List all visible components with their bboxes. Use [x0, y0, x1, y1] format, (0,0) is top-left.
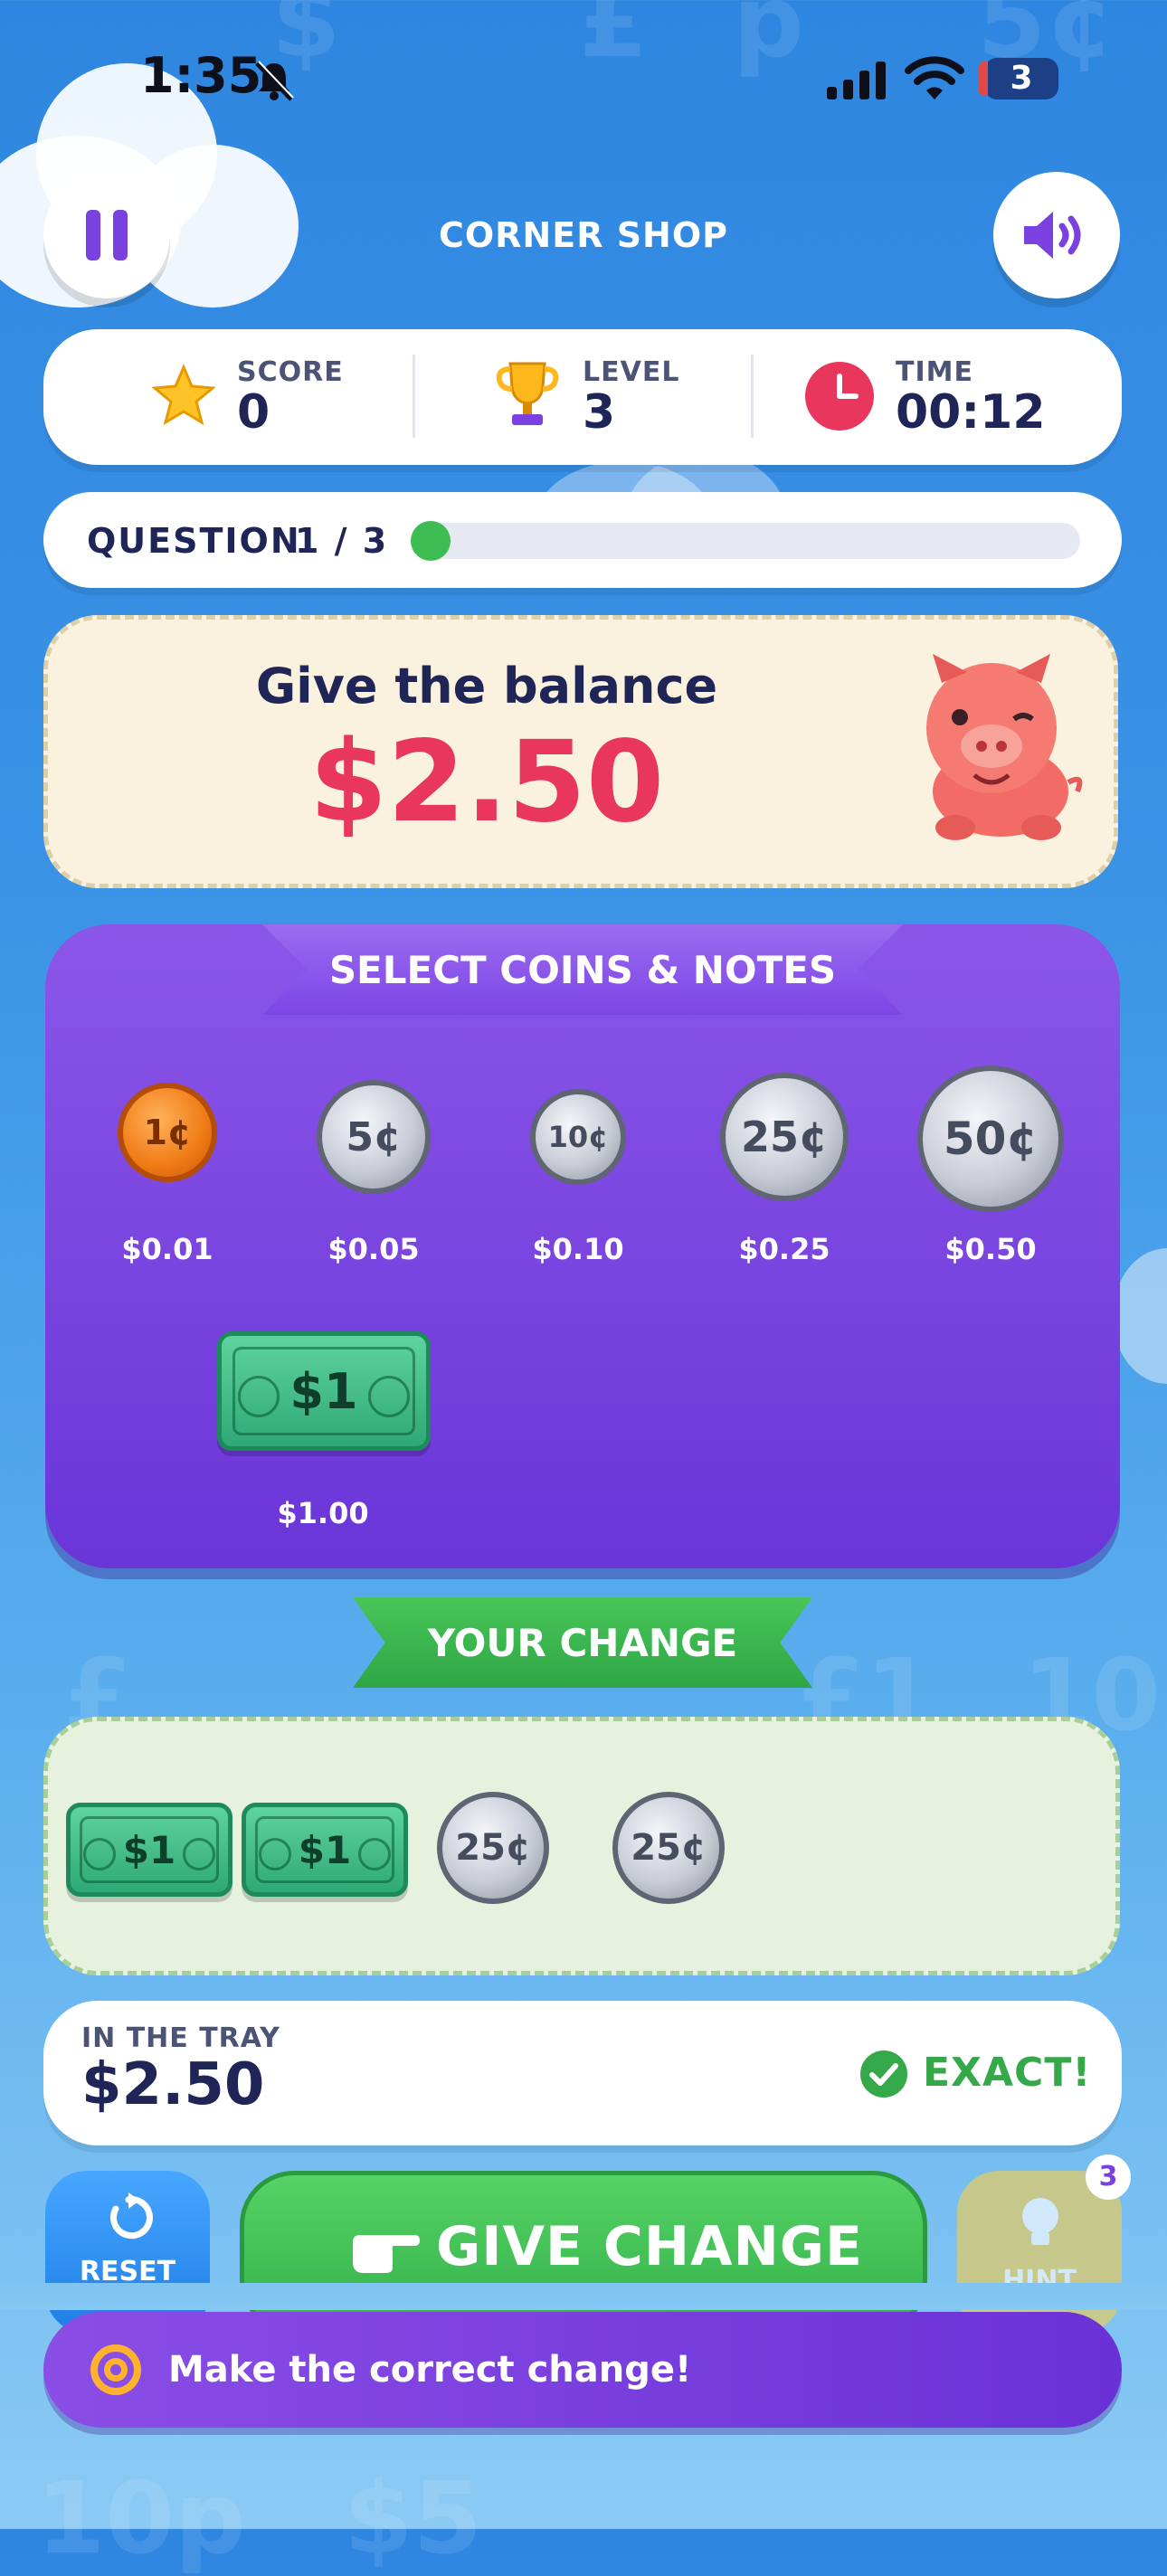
speaker-icon [1024, 212, 1081, 259]
coin-50-cent[interactable]: 50¢ [917, 1065, 1064, 1212]
coin-5-cent-label: $0.05 [327, 1232, 420, 1266]
tray-coin-25-cent[interactable]: 25¢ [437, 1792, 549, 1904]
stat-divider [751, 355, 754, 438]
coin-5-cent[interactable]: 5¢ [317, 1080, 431, 1194]
wifi-icon [905, 56, 964, 99]
target-icon [90, 2344, 141, 2395]
note-1-dollar[interactable]: $1 [217, 1331, 431, 1451]
tray-note-1-dollar[interactable]: $1 [242, 1803, 408, 1897]
clock-icon [805, 362, 874, 431]
lightbulb-icon [1022, 2198, 1058, 2245]
exact-status: EXACT! [923, 2050, 1092, 2096]
prompt-amount: $2.50 [308, 717, 665, 848]
stats-card: SCORE 0 LEVEL 3 TIME 00:12 [43, 329, 1122, 465]
change-banner: YOUR CHANGE [353, 1597, 812, 1688]
level-value: 3 [583, 385, 616, 440]
cellular-signal-icon [827, 62, 886, 99]
change-title: YOUR CHANGE [427, 1620, 738, 1665]
coin-selector-panel: SELECT COINS & NOTES 1¢ $0.01 5¢ $0.05 1… [45, 924, 1120, 1568]
scroll-fade [0, 2283, 1167, 2310]
note-1-dollar-label: $1.00 [277, 1496, 369, 1530]
prompt-card: Give the balance $2.50 [43, 615, 1118, 888]
time-value: 00:12 [896, 385, 1046, 440]
star-icon [152, 364, 215, 426]
coin-50-cent-label: $0.50 [944, 1232, 1037, 1266]
coin-1-cent[interactable]: 1¢ [118, 1083, 217, 1182]
prompt-title: Give the balance [255, 658, 718, 715]
coin-25-cent-label: $0.25 [738, 1232, 830, 1266]
score-value: 0 [237, 385, 270, 440]
coin-1-cent-label: $0.01 [121, 1232, 213, 1266]
battery-indicator: 3 [979, 58, 1058, 99]
bg-dollar-symbol: $5 [344, 2460, 483, 2576]
bg-pence-symbol: 10p [36, 2460, 246, 2576]
tray-coin-25-cent[interactable]: 25¢ [612, 1792, 725, 1904]
question-count: 1 / 3 [295, 521, 389, 561]
question-label: QUESTION [87, 521, 301, 561]
progress-dot [411, 521, 451, 561]
silent-bell-icon [255, 61, 294, 101]
check-circle-icon [860, 2050, 907, 2098]
toast-message: Make the correct change! [168, 2349, 692, 2391]
coin-25-cent[interactable]: 25¢ [720, 1073, 849, 1201]
time-label: TIME [896, 356, 973, 388]
tray-amount: $2.50 [81, 2051, 265, 2118]
tray-summary-card: IN THE TRAY $2.50 EXACT! [43, 2001, 1122, 2145]
page-title: CORNER SHOP [438, 215, 729, 255]
coin-10-cent[interactable]: 10¢ [530, 1089, 626, 1185]
message-toast: Make the correct change! [43, 2312, 1122, 2428]
hint-count-badge: 3 [1086, 2155, 1131, 2200]
trophy-icon [496, 362, 559, 425]
selector-banner: SELECT COINS & NOTES [262, 924, 903, 1015]
status-time: 1:35 [140, 47, 262, 104]
question-progress-card: QUESTION 1 / 3 [43, 492, 1122, 588]
change-tray: $1 $1 25¢ 25¢ [43, 1717, 1120, 1975]
coin-10-cent-label: $0.10 [532, 1232, 624, 1266]
progress-track [411, 521, 1080, 561]
tray-note-1-dollar[interactable]: $1 [66, 1803, 232, 1897]
level-label: LEVEL [583, 356, 680, 388]
sound-button[interactable] [993, 172, 1120, 298]
reset-arrow-icon [110, 2192, 153, 2240]
bg-pound-symbol: £ [579, 0, 649, 80]
score-label: SCORE [237, 356, 344, 388]
pointing-hand-icon [353, 2235, 420, 2273]
selector-title: SELECT COINS & NOTES [328, 947, 837, 992]
bg-pence-symbol: p [733, 0, 804, 80]
piggy-bank-icon [926, 654, 1083, 840]
stat-divider [413, 355, 415, 438]
tray-label: IN THE TRAY [81, 2022, 280, 2054]
give-change-label: GIVE CHANGE [436, 2215, 864, 2278]
